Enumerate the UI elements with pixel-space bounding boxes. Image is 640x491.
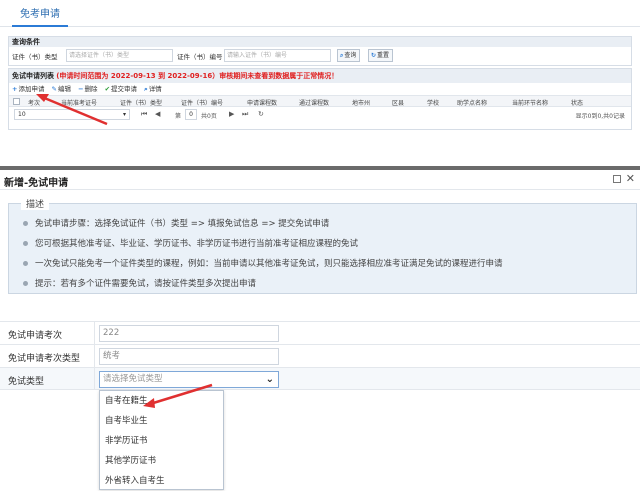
cert-type-label: 证件（书）类型 <box>12 53 58 61</box>
exam-type-input[interactable]: 统考 <box>99 348 279 365</box>
chevron-down-icon: ▾ <box>122 111 126 118</box>
exam-times-input[interactable]: 222 <box>99 325 279 342</box>
submit-button[interactable]: ✔提交审请 <box>105 85 137 93</box>
list-panel-header: 免试申请列表 (申请时间范围为 2022-09-13 到 2022-09-16）… <box>9 69 631 83</box>
page-info: 显示0到0,共0记录 <box>575 113 625 120</box>
list-toolbar: +添加申请 ✎编辑 −删除 ✔提交审请 ⌕详情 <box>9 83 631 95</box>
close-icon[interactable]: ✕ <box>626 172 635 185</box>
col-header[interactable]: 通过课程数 <box>299 98 329 107</box>
plus-icon: + <box>12 85 18 93</box>
col-header[interactable]: 考次 <box>28 98 40 107</box>
row-divider <box>94 368 95 389</box>
description-title: 描述 <box>21 197 50 210</box>
col-header[interactable]: 区县 <box>392 98 404 107</box>
description-item: 提示：若有多个证件需要免试，请按证件类型多次提出申请 <box>23 274 636 294</box>
last-page-icon[interactable]: ⏭ <box>242 110 248 119</box>
description-item: 您可根据其他准考证、毕业证、学历证书、非学历证书进行当前准考证相应课程的免试 <box>23 234 636 254</box>
detail-button[interactable]: ⌕详情 <box>144 85 162 93</box>
col-header[interactable]: 学校 <box>427 98 439 107</box>
refresh-icon: ↻ <box>371 52 377 59</box>
description-item: 一次免试只能免考一个证件类型的课程，例如：当前申请以其他准考证免试，则只能选择相… <box>23 254 636 274</box>
add-button[interactable]: +添加申请 <box>12 85 44 93</box>
query-row: 证件（书）类型 请选择证件（书）类型 证件（书）编号 请输入证件（书）编号 ⌕查… <box>9 47 631 65</box>
refresh-icon[interactable]: ↻ <box>258 110 264 118</box>
exempt-type-select[interactable]: 请选择免试类型 ⌄ <box>99 371 279 388</box>
page-prefix: 第 <box>175 113 182 120</box>
query-panel-title: 查询条件 <box>9 37 631 47</box>
exempt-type-dropdown: 自考在籍生 自考毕业生 非学历证书 其他学历证书 外省转入自考生 <box>99 390 224 490</box>
prev-page-icon[interactable]: ◀ <box>155 110 160 118</box>
description-list: 免试申请步骤：选择免试证件（书）类型 => 填报免试信息 => 提交免试申请 您… <box>9 204 636 294</box>
exempt-type-label: 免试类型 <box>8 377 45 387</box>
tab-bar: 免考申请 <box>0 0 640 27</box>
form-row-exempt-type: 免试类型 请选择免试类型 ⌄ <box>0 367 640 390</box>
exam-type-label: 免试申请考次类型 <box>8 354 81 364</box>
col-header[interactable]: 助学点名称 <box>457 98 487 107</box>
description-box: 免试申请步骤：选择免试证件（书）类型 => 填报免试信息 => 提交免试申请 您… <box>8 203 637 294</box>
page-number-input[interactable]: 0 <box>185 109 197 120</box>
cert-type-select[interactable]: 请选择证件（书）类型 <box>66 49 173 62</box>
search-icon: ⌕ <box>340 52 344 59</box>
tab-exemption-apply[interactable]: 免考申请 <box>12 6 68 27</box>
cert-number-input[interactable]: 请输入证件（书）编号 <box>224 49 331 62</box>
list-notice: (申请时间范围为 2022-09-13 到 2022-09-16）审核期间未查看… <box>56 72 339 80</box>
col-header[interactable]: 状态 <box>571 98 583 107</box>
dropdown-option[interactable]: 自考在籍生 <box>100 391 223 411</box>
cert-number-label: 证件（书）编号 <box>177 53 223 61</box>
minus-icon: − <box>78 85 84 93</box>
dropdown-option[interactable]: 自考毕业生 <box>100 411 223 431</box>
description-item: 免试申请步骤：选择免试证件（书）类型 => 填报免试信息 => 提交免试申请 <box>23 214 636 234</box>
col-header[interactable]: 证件（书）编号 <box>181 98 223 107</box>
form-row-exam-times: 免试申请考次 222 <box>0 321 640 344</box>
edit-button[interactable]: ✎编辑 <box>52 85 71 93</box>
col-header[interactable]: 申请课程数 <box>247 98 277 107</box>
next-page-icon[interactable]: ▶ <box>229 110 234 118</box>
bullet-icon <box>23 221 28 226</box>
search-button[interactable]: ⌕查询 <box>337 49 361 62</box>
list-panel: 免试申请列表 (申请时间范围为 2022-09-13 到 2022-09-16）… <box>8 68 632 130</box>
dialog-title: 新增-免试申请 <box>4 178 69 189</box>
delete-button[interactable]: −删除 <box>78 85 97 93</box>
dropdown-option[interactable]: 外省转入自考生 <box>100 471 223 491</box>
bullet-icon <box>23 261 28 266</box>
table-header: 考次 当前准考证号 证件（书）类型 证件（书）编号 申请课程数 通过课程数 地市… <box>9 95 631 107</box>
dialog-titlebar: 新增-免试申请 ✕ <box>0 170 640 190</box>
col-header[interactable]: 证件（书）类型 <box>120 98 162 107</box>
reset-button[interactable]: ↻重置 <box>368 49 394 62</box>
list-title: 免试申请列表 <box>12 72 54 80</box>
query-panel: 查询条件 证件（书）类型 请选择证件（书）类型 证件（书）编号 请输入证件（书）… <box>8 36 632 66</box>
row-divider <box>94 322 95 344</box>
pagination: 10 ▾ ⏮ ◀ 第 0 共0页 ▶ ⏭ ↻ 显示0到0,共0记录 <box>9 107 631 122</box>
page-total: 共0页 <box>201 113 217 120</box>
pencil-icon: ✎ <box>51 85 57 93</box>
exam-times-label: 免试申请考次 <box>8 331 63 341</box>
main-page: 免考申请 查询条件 证件（书）类型 请选择证件（书）类型 证件（书）编号 请输入… <box>0 0 640 165</box>
dropdown-option[interactable]: 其他学历证书 <box>100 451 223 471</box>
col-header[interactable]: 当前准考证号 <box>61 98 97 107</box>
chevron-down-icon: ⌄ <box>265 374 274 385</box>
check-icon: ✔ <box>104 85 111 93</box>
form-row-exam-type: 免试申请考次类型 统考 <box>0 344 640 367</box>
row-divider <box>94 345 95 367</box>
select-all-checkbox[interactable] <box>13 98 20 105</box>
bullet-icon <box>23 241 28 246</box>
search-icon: ⌕ <box>144 85 148 93</box>
maximize-icon[interactable] <box>613 175 621 183</box>
bullet-icon <box>23 281 28 286</box>
page-size-select[interactable]: 10 ▾ <box>14 109 130 120</box>
col-header[interactable]: 地市州 <box>352 98 370 107</box>
dropdown-option[interactable]: 非学历证书 <box>100 431 223 451</box>
col-header[interactable]: 当前环节名称 <box>512 98 548 107</box>
first-page-icon[interactable]: ⏮ <box>141 110 147 119</box>
